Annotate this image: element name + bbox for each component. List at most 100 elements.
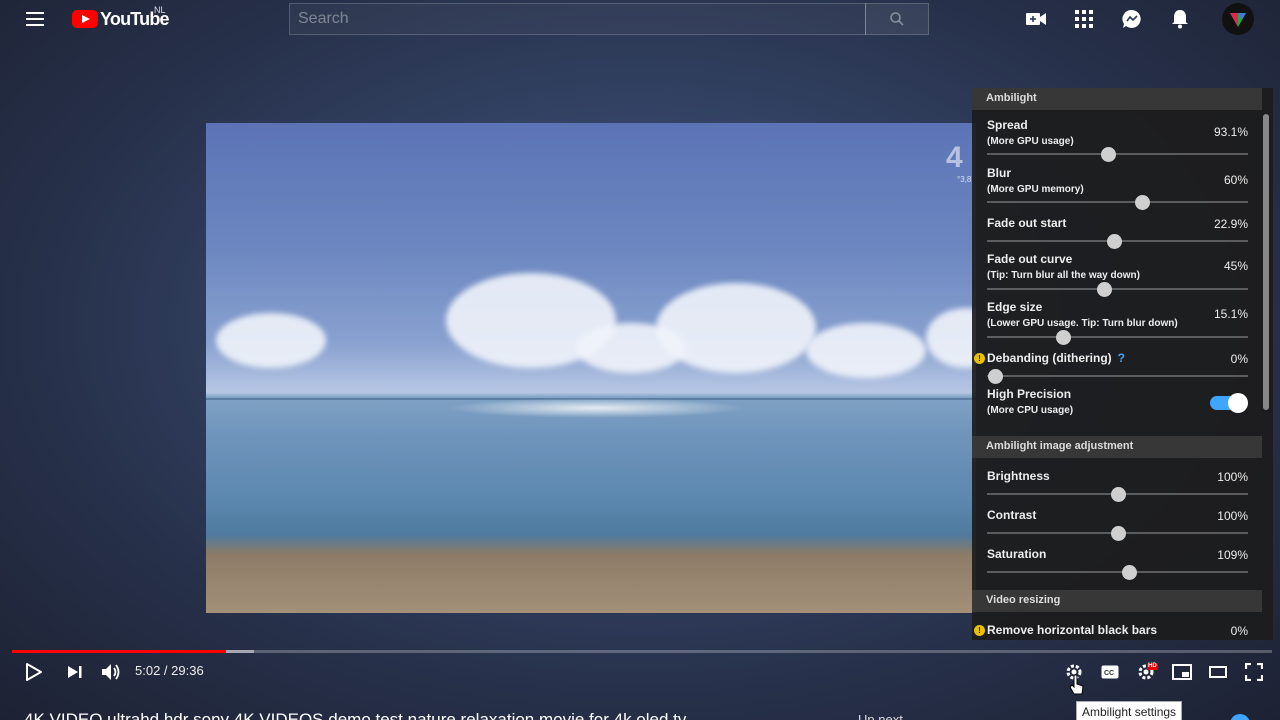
apps-grid-icon[interactable] xyxy=(1072,7,1096,31)
slider-thumb[interactable] xyxy=(1106,234,1122,249)
volume-button[interactable] xyxy=(99,660,123,684)
option-value: 60% xyxy=(1223,173,1248,187)
notifications-bell-icon[interactable] xyxy=(1168,7,1192,31)
time-display: 5:02 / 29:36 xyxy=(135,663,204,678)
option-hint: (More GPU usage) xyxy=(987,136,1074,147)
autoplay-toggle[interactable] xyxy=(1230,714,1250,720)
svg-text:CC: CC xyxy=(1104,670,1114,677)
video-watermark-sub: °3,8 xyxy=(957,175,972,184)
panel-scrollbar[interactable] xyxy=(1263,114,1269,410)
slider-thumb[interactable] xyxy=(987,369,1003,384)
up-next-label: Up next xyxy=(858,712,903,720)
debanding-label: Debanding (dithering) xyxy=(987,351,1112,365)
option-value: 100% xyxy=(1217,509,1248,523)
option-value: 0% xyxy=(1230,352,1248,366)
play-button[interactable] xyxy=(22,660,46,684)
help-link[interactable]: ? xyxy=(1118,351,1125,365)
option-label: Blur xyxy=(987,166,1011,180)
option-value: 100% xyxy=(1217,470,1248,484)
search-input[interactable] xyxy=(290,4,865,34)
settings-button[interactable]: HD xyxy=(1134,660,1158,684)
option-value: 109% xyxy=(1217,548,1248,562)
masthead: YouTube NL xyxy=(0,0,1280,38)
play-icon xyxy=(26,663,42,681)
blur-slider[interactable] xyxy=(987,195,1248,210)
video-title: 4K VIDEO ultrahd hdr sony 4K VIDEOS demo… xyxy=(24,710,687,720)
section-header-image-adjustment: Ambilight image adjustment xyxy=(972,436,1262,458)
menu-icon[interactable] xyxy=(24,9,48,29)
brightness-slider[interactable] xyxy=(987,487,1248,502)
option-label: Brightness xyxy=(987,469,1050,483)
video-watermark: 4 xyxy=(946,141,963,174)
search-box xyxy=(289,3,866,35)
saturation-slider[interactable] xyxy=(987,565,1248,580)
cloud xyxy=(216,313,326,368)
hd-badge: HD xyxy=(1147,663,1158,670)
miniplayer-icon xyxy=(1172,664,1192,680)
progress-bar[interactable] xyxy=(12,650,1272,653)
option-label: Spread xyxy=(987,118,1028,132)
option-value: 93.1% xyxy=(1213,125,1248,139)
cloud xyxy=(656,283,816,373)
theater-mode-button[interactable] xyxy=(1206,660,1230,684)
mouse-cursor-icon xyxy=(1069,674,1084,695)
fade-out-curve-slider[interactable] xyxy=(987,282,1248,297)
search-icon xyxy=(890,12,904,26)
warning-icon: ! xyxy=(974,353,985,364)
section-header-video-resizing: Video resizing xyxy=(972,590,1262,612)
slider-thumb[interactable] xyxy=(1097,282,1113,297)
edge-size-slider[interactable] xyxy=(987,330,1248,345)
messages-icon[interactable] xyxy=(1120,7,1144,31)
search-button[interactable] xyxy=(865,3,929,35)
option-label: Saturation xyxy=(987,547,1047,561)
sun-reflection xyxy=(446,398,746,418)
progress-played xyxy=(12,650,227,653)
fade-out-start-slider[interactable] xyxy=(987,234,1248,249)
option-label: High Precision xyxy=(987,387,1072,401)
debanding-slider[interactable] xyxy=(987,369,1248,384)
slider-thumb[interactable] xyxy=(1101,147,1117,162)
theater-mode-icon xyxy=(1209,666,1227,678)
youtube-play-icon xyxy=(72,10,98,28)
slider-thumb[interactable] xyxy=(1135,195,1151,210)
section-header-ambilight: Ambilight xyxy=(972,88,1262,110)
youtube-logo[interactable]: YouTube NL xyxy=(72,5,170,30)
ambilight-settings-panel: Ambilight Spread (More GPU usage) 93.1% … xyxy=(972,88,1273,640)
next-icon xyxy=(68,666,82,678)
option-value: 22.9% xyxy=(1213,217,1248,231)
option-value: 15.1% xyxy=(1213,307,1248,321)
cloud xyxy=(806,323,926,378)
slider-thumb[interactable] xyxy=(1055,330,1071,345)
ambilight-settings-tooltip: Ambilight settings xyxy=(1076,701,1183,720)
option-hint: (Tip: Turn blur all the way down) xyxy=(987,270,1140,281)
create-video-icon[interactable] xyxy=(1024,7,1048,31)
option-label: Contrast xyxy=(987,508,1037,522)
spread-slider[interactable] xyxy=(987,147,1248,162)
country-code: NL xyxy=(154,5,166,15)
option-value: 45% xyxy=(1223,259,1248,273)
cloud xyxy=(926,308,976,368)
fullscreen-icon xyxy=(1245,663,1263,681)
option-label: Fade out start xyxy=(987,216,1067,230)
option-hint: (Lower GPU usage. Tip: Turn blur down) xyxy=(987,318,1178,329)
high-precision-toggle[interactable] xyxy=(1210,393,1248,413)
slider-thumb[interactable] xyxy=(1110,487,1126,502)
option-hint: (More CPU usage) xyxy=(987,405,1074,416)
fullscreen-button[interactable] xyxy=(1242,660,1266,684)
slider-thumb[interactable] xyxy=(1122,565,1138,580)
option-label: Remove horizontal black bars xyxy=(987,623,1158,637)
contrast-slider[interactable] xyxy=(987,526,1248,541)
option-label: Fade out curve xyxy=(987,252,1073,266)
next-button[interactable] xyxy=(63,660,87,684)
option-label: Debanding (dithering)? xyxy=(987,351,1125,365)
closed-captions-icon: CC xyxy=(1101,665,1119,679)
volume-icon xyxy=(102,664,120,680)
slider-thumb[interactable] xyxy=(1110,526,1126,541)
miniplayer-button[interactable] xyxy=(1170,660,1194,684)
option-label: Edge size xyxy=(987,300,1043,314)
avatar[interactable] xyxy=(1222,3,1254,35)
subtitles-button[interactable]: CC xyxy=(1098,660,1122,684)
option-hint: (More GPU memory) xyxy=(987,184,1084,195)
video-frame[interactable]: 4 °3,8 xyxy=(206,123,976,613)
warning-icon: ! xyxy=(974,625,985,636)
